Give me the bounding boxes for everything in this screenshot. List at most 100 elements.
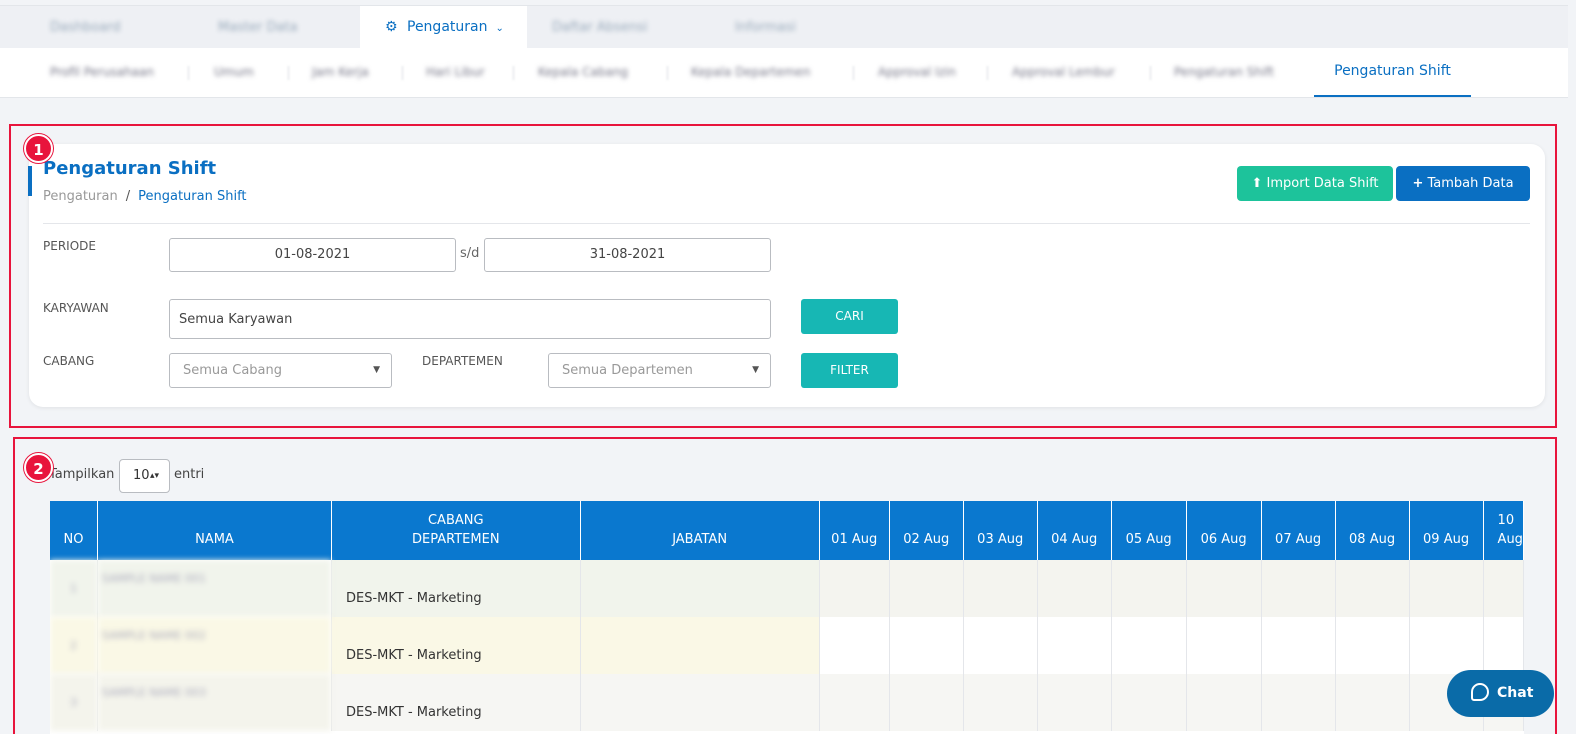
- karyawan-input[interactable]: Semua Karyawan: [169, 299, 771, 339]
- header-date[interactable]: 06 Aug: [1186, 501, 1262, 560]
- shift-cell[interactable]: [819, 617, 890, 674]
- chat-button[interactable]: Chat: [1447, 670, 1554, 717]
- breadcrumb: Pengaturan / Pengaturan Shift: [43, 189, 247, 204]
- header-date[interactable]: 05 Aug: [1111, 501, 1187, 560]
- header-cabang-departemen[interactable]: CABANG DEPARTEMEN: [331, 501, 581, 560]
- sub-nav-divider: [402, 66, 403, 80]
- top-nav-item[interactable]: Informasi: [735, 6, 796, 49]
- shift-cell[interactable]: [1111, 674, 1187, 731]
- filter-button[interactable]: FILTER: [801, 353, 898, 388]
- start-date-input[interactable]: 01-08-2021: [169, 238, 456, 272]
- import-button-label: Import Data Shift: [1266, 176, 1379, 191]
- header-jabatan[interactable]: JABATAN: [580, 501, 820, 560]
- sub-nav: Profil Perusahaan Umum Jam Kerja Hari Li…: [0, 48, 1568, 98]
- shift-cell[interactable]: [1261, 560, 1336, 617]
- sub-nav-item[interactable]: Kepala Cabang: [538, 48, 628, 96]
- page-title: Pengaturan Shift: [43, 158, 217, 179]
- sub-nav-item[interactable]: Profil Perusahaan: [50, 48, 154, 96]
- shift-cell[interactable]: [1335, 617, 1410, 674]
- top-nav: Dashboard Master Data ⚙ Pengaturan ⌄ Dafta…: [0, 5, 1568, 49]
- shift-cell[interactable]: [1483, 617, 1524, 674]
- shift-cell[interactable]: [1111, 617, 1187, 674]
- top-nav-active-label: Pengaturan: [407, 19, 488, 35]
- shift-cell[interactable]: [1037, 560, 1112, 617]
- shift-cell[interactable]: [1186, 560, 1262, 617]
- shift-cell[interactable]: [1335, 560, 1410, 617]
- sub-nav-item[interactable]: Kepala Departemen: [691, 48, 810, 96]
- header-date[interactable]: 03 Aug: [963, 501, 1038, 560]
- header-cabang: CABANG: [427, 513, 484, 528]
- table-row: 1 SAMPLE NAME 001 DES-MKT - Marketing: [50, 560, 1524, 617]
- header-date[interactable]: 02 Aug: [889, 501, 964, 560]
- row-no: 2: [50, 617, 98, 674]
- page-length-select[interactable]: 10 ▴▾: [119, 459, 170, 493]
- shift-cell[interactable]: [819, 560, 890, 617]
- shift-cell[interactable]: [1037, 674, 1112, 731]
- shift-table-wrapper[interactable]: NO NAMA CABANG DEPARTEMEN JABATAN 01 Aug …: [50, 501, 1524, 734]
- shift-cell[interactable]: [819, 674, 890, 731]
- shift-cell[interactable]: [889, 674, 964, 731]
- tambah-data-button[interactable]: + Tambah Data: [1396, 166, 1530, 201]
- upload-icon: ⬆: [1251, 176, 1263, 191]
- shift-cell[interactable]: [1037, 617, 1112, 674]
- end-date-input[interactable]: 31-08-2021: [484, 238, 771, 272]
- header-nama[interactable]: NAMA: [97, 501, 332, 560]
- shift-cell[interactable]: [1186, 617, 1262, 674]
- sub-nav-divider: [987, 66, 988, 80]
- row-no: 3: [50, 674, 98, 731]
- shift-cell[interactable]: [889, 617, 964, 674]
- table-row: 3 SAMPLE NAME 003 DES-MKT - Marketing: [50, 674, 1524, 731]
- shift-cell[interactable]: [1261, 617, 1336, 674]
- cari-button[interactable]: CARI: [801, 299, 898, 334]
- shift-cell[interactable]: [1409, 560, 1484, 617]
- header-date[interactable]: 04 Aug: [1037, 501, 1112, 560]
- header-date[interactable]: 08 Aug: [1335, 501, 1410, 560]
- chevron-down-icon: ⌄: [495, 23, 504, 34]
- card-divider: [43, 223, 1530, 224]
- top-nav-item[interactable]: Dashboard: [50, 6, 121, 49]
- shift-cell[interactable]: [1335, 674, 1410, 731]
- row-jabatan: [580, 560, 820, 617]
- top-nav-item[interactable]: Master Data: [218, 6, 298, 49]
- header-date[interactable]: 07 Aug: [1261, 501, 1336, 560]
- plus-icon: +: [1412, 176, 1424, 191]
- departemen-label: DEPARTEMEN: [422, 354, 503, 368]
- sub-nav-divider: [188, 66, 189, 80]
- shift-cell[interactable]: [963, 617, 1038, 674]
- sub-nav-item[interactable]: Hari Libur: [426, 48, 485, 96]
- shift-cell[interactable]: [963, 560, 1038, 617]
- shift-cell[interactable]: [1409, 617, 1484, 674]
- shift-cell[interactable]: [1483, 560, 1524, 617]
- sub-nav-item-pengaturan-shift[interactable]: Pengaturan Shift: [1314, 48, 1471, 97]
- departemen-select[interactable]: Semua Departemen ▼: [548, 353, 771, 388]
- sub-nav-item[interactable]: Jam Kerja: [312, 48, 369, 96]
- row-departemen: DES-MKT - Marketing: [331, 560, 581, 617]
- sub-nav-item[interactable]: Approval Lembur: [1012, 48, 1115, 96]
- caret-down-icon: ▼: [373, 365, 380, 375]
- header-no[interactable]: NO: [50, 501, 98, 560]
- header-date[interactable]: 10 Aug: [1483, 501, 1524, 560]
- shift-cell[interactable]: [1261, 674, 1336, 731]
- row-nama: SAMPLE NAME 001: [97, 560, 332, 617]
- row-jabatan: [580, 674, 820, 731]
- import-data-shift-button[interactable]: ⬆ Import Data Shift: [1237, 166, 1393, 201]
- shift-cell[interactable]: [1186, 674, 1262, 731]
- header-date[interactable]: 01 Aug: [819, 501, 890, 560]
- shift-cell[interactable]: [889, 560, 964, 617]
- header-date[interactable]: 09 Aug: [1409, 501, 1484, 560]
- sub-nav-item[interactable]: Approval Izin: [878, 48, 956, 96]
- cabang-select[interactable]: Semua Cabang ▼: [169, 353, 392, 388]
- sub-nav-item[interactable]: Pengaturan Shift: [1174, 48, 1274, 96]
- shift-table: NO NAMA CABANG DEPARTEMEN JABATAN 01 Aug …: [50, 501, 1524, 731]
- top-nav-item[interactable]: Daftar Absensi: [552, 6, 647, 49]
- annotation-badge-1: 1: [24, 134, 53, 163]
- breadcrumb-item-pengaturan[interactable]: Pengaturan: [43, 189, 118, 204]
- shift-cell[interactable]: [963, 674, 1038, 731]
- sub-nav-item[interactable]: Umum: [214, 48, 254, 96]
- cabang-label: CABANG: [43, 354, 95, 368]
- tambah-button-label: Tambah Data: [1427, 176, 1514, 191]
- periode-label: PERIODE: [43, 239, 96, 253]
- top-nav-item-pengaturan[interactable]: ⚙ Pengaturan ⌄: [360, 6, 527, 49]
- breadcrumb-separator: /: [125, 189, 131, 204]
- shift-cell[interactable]: [1111, 560, 1187, 617]
